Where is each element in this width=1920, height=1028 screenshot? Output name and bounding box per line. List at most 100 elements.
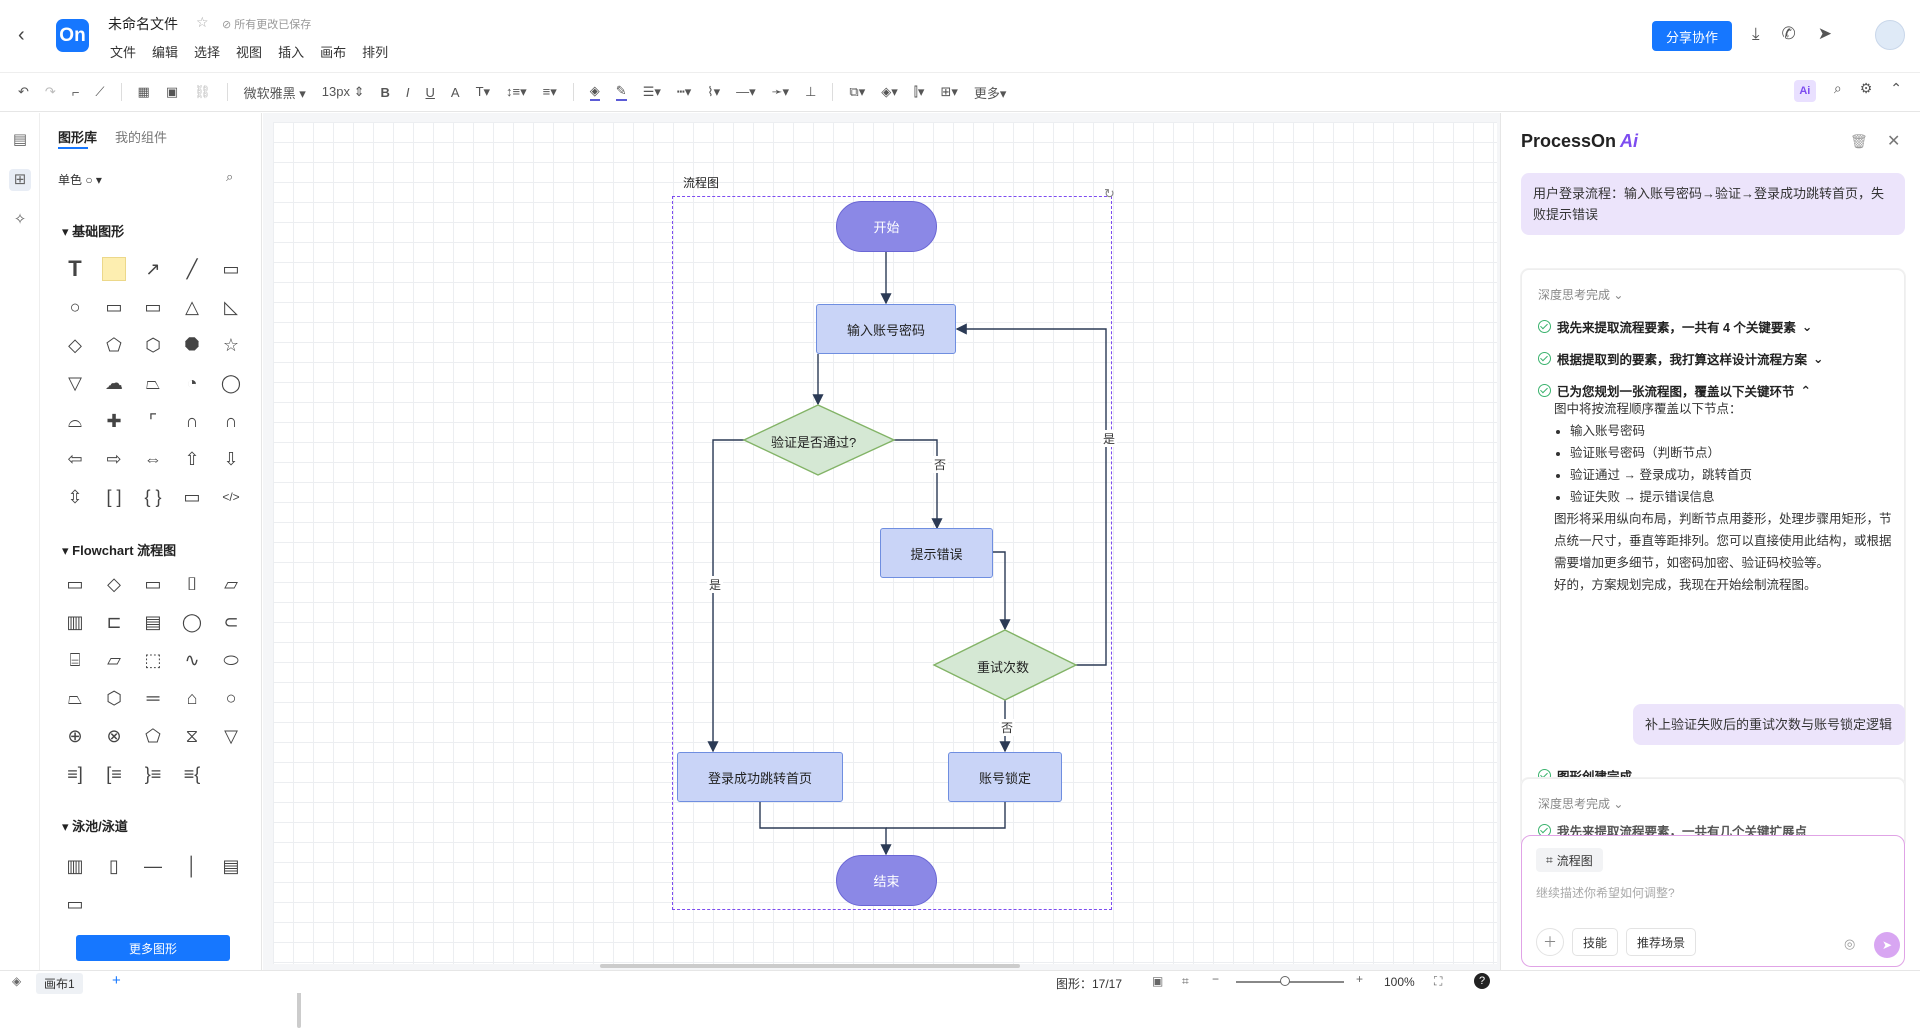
annotation1-icon[interactable]: ≡]: [60, 759, 90, 789]
octagon-icon[interactable]: ⯃: [177, 330, 207, 360]
line-icon[interactable]: ╱: [177, 254, 207, 284]
note-shape-icon[interactable]: [99, 254, 129, 284]
underline-icon[interactable]: U: [426, 85, 435, 100]
retry-node[interactable]: 重试次数: [977, 657, 1029, 676]
collapse-icon[interactable]: ⌃: [1890, 80, 1902, 102]
horizontal-separator-icon[interactable]: —: [138, 851, 168, 881]
voice-icon[interactable]: ◎: [1844, 936, 1855, 952]
star-icon[interactable]: ☆: [196, 14, 209, 31]
hexagon-icon[interactable]: ⬡: [138, 330, 168, 360]
avatar[interactable]: [1875, 20, 1905, 50]
arrow-line-icon[interactable]: ↗: [138, 254, 168, 284]
code-icon[interactable]: </>: [216, 482, 246, 512]
preparation-icon[interactable]: ⬡: [99, 683, 129, 713]
add-icon[interactable]: ＋: [1536, 928, 1564, 956]
start-node[interactable]: 开始: [836, 201, 937, 252]
ai-input-placeholder[interactable]: 继续描述你希望如何调整?: [1536, 884, 1675, 901]
rotate-handle-icon[interactable]: ↻: [1104, 186, 1115, 202]
arrow-end-icon[interactable]: ⊥: [805, 84, 816, 100]
end-node[interactable]: 结束: [836, 855, 937, 906]
group-icon[interactable]: ⧉▾: [849, 84, 865, 100]
sequential-data-icon[interactable]: ◯: [177, 607, 207, 637]
direct-data-icon[interactable]: ⊂: [216, 607, 246, 637]
zoom-slider-thumb[interactable]: [1280, 976, 1290, 986]
format-painter-icon[interactable]: ⌐: [72, 85, 80, 100]
font-select[interactable]: 微软雅黑 ▾: [244, 83, 306, 102]
section-swimlane[interactable]: ▾ 泳池/泳道: [62, 816, 128, 835]
ai-icon[interactable]: Ai: [1793, 80, 1816, 102]
parallel-icon[interactable]: ═: [138, 683, 168, 713]
manual-op-icon[interactable]: ⏢: [60, 683, 90, 713]
fill-color-icon[interactable]: ◈: [589, 83, 600, 101]
line-color-icon[interactable]: ✎: [615, 83, 627, 101]
double-arrow-icon[interactable]: ⇔: [138, 444, 168, 474]
help-icon[interactable]: ?: [1474, 973, 1490, 989]
image-icon[interactable]: ▣: [166, 84, 178, 100]
frame-icon[interactable]: ▭: [177, 482, 207, 512]
offpage-icon[interactable]: ⬠: [138, 721, 168, 751]
undo-icon[interactable]: ↶: [18, 84, 29, 100]
pattern-icon[interactable]: ▦: [138, 84, 150, 100]
page-tab[interactable]: 画布1: [36, 973, 83, 994]
tab-shape-icon[interactable]: ⌓: [60, 406, 90, 436]
internal-storage-icon[interactable]: ▤: [138, 607, 168, 637]
data-icon[interactable]: ▱: [216, 569, 246, 599]
line-type-icon[interactable]: —▾: [736, 84, 756, 100]
leaf-icon[interactable]: ◔: [177, 368, 207, 398]
scene-button[interactable]: 推荐场景: [1626, 928, 1697, 956]
send-icon[interactable]: ➤: [1818, 24, 1832, 44]
zoom-level[interactable]: 100%: [1384, 975, 1415, 989]
back-icon[interactable]: ‹: [18, 24, 25, 47]
process-icon[interactable]: ▭: [60, 569, 90, 599]
download-icon[interactable]: ⤓: [1752, 24, 1760, 44]
think-status-2[interactable]: 深度思考完成 ⌄: [1538, 795, 1623, 812]
menu-edit[interactable]: 编辑: [152, 42, 178, 61]
add-page-icon[interactable]: +: [112, 972, 121, 989]
horizontal-lane-icon[interactable]: ▭: [60, 889, 90, 919]
send-button[interactable]: ➤: [1874, 932, 1900, 958]
color-mode-select[interactable]: 单色 ○ ▾: [58, 171, 102, 188]
template-icon[interactable]: ▤: [9, 129, 31, 151]
u-shape2-icon[interactable]: ∩: [216, 406, 246, 436]
phone-icon[interactable]: ✆: [1782, 24, 1796, 44]
input-node[interactable]: 输入账号密码: [816, 304, 956, 354]
section-flowchart[interactable]: ▾ Flowchart 流程图: [62, 540, 176, 559]
display-icon[interactable]: ⬭: [216, 645, 246, 675]
step-1[interactable]: 我先来提取流程要素，一共有 4 个关键要素 ⌄: [1538, 317, 1812, 336]
line-height-icon[interactable]: ↕≡▾: [506, 84, 527, 100]
search-icon[interactable]: ⌕: [226, 169, 233, 185]
find-icon[interactable]: ⌕: [1834, 80, 1842, 102]
rect2-icon[interactable]: ▭: [138, 292, 168, 322]
down-arrow-icon[interactable]: ⇩: [216, 444, 246, 474]
updown-arrow-icon[interactable]: ⇳: [60, 482, 90, 512]
annotation2-icon[interactable]: [≡: [99, 759, 129, 789]
lock-node[interactable]: 账号锁定: [948, 752, 1062, 802]
predefined-icon[interactable]: ▥: [60, 607, 90, 637]
redo-icon[interactable]: ↷: [45, 84, 56, 100]
align-icon[interactable]: ≡▾: [543, 84, 557, 100]
map-icon[interactable]: ⌗: [1182, 974, 1189, 989]
inverted-triangle-icon[interactable]: ▽: [60, 368, 90, 398]
shapes-icon[interactable]: ⊞: [9, 169, 31, 191]
up-arrow-icon[interactable]: ⇧: [177, 444, 207, 474]
menu-select[interactable]: 选择: [194, 42, 220, 61]
fullscreen-icon[interactable]: ⛶: [1434, 974, 1442, 989]
diamond-icon[interactable]: ◇: [60, 330, 90, 360]
connector-circle-icon[interactable]: ○: [216, 683, 246, 713]
merge-icon[interactable]: ▽: [216, 721, 246, 751]
menu-view[interactable]: 视图: [236, 42, 262, 61]
error-node[interactable]: 提示错误: [880, 528, 993, 578]
file-name[interactable]: 未命名文件: [108, 14, 178, 34]
zoom-in-icon[interactable]: +: [1356, 972, 1363, 986]
link-icon[interactable]: ⛓: [194, 84, 211, 100]
tab-shape-library[interactable]: 图形库: [58, 127, 97, 146]
verify-node[interactable]: 验证是否通过?: [771, 432, 856, 451]
triangle-icon[interactable]: △: [177, 292, 207, 322]
terminator-icon[interactable]: ▭: [138, 569, 168, 599]
menu-file[interactable]: 文件: [110, 42, 136, 61]
more-shapes-button[interactable]: 更多图形: [76, 935, 230, 961]
text-shape-icon[interactable]: T: [60, 254, 90, 284]
speech-bubble-icon[interactable]: ◯: [216, 368, 246, 398]
menu-canvas[interactable]: 画布: [320, 42, 346, 61]
section-basic[interactable]: ▾ 基础图形: [62, 221, 124, 240]
